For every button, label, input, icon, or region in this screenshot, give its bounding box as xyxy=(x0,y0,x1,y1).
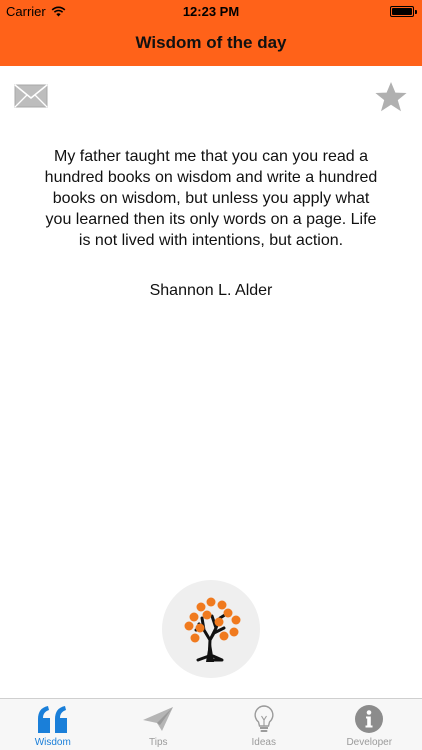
tab-bar: Wisdom Tips Ideas Developer xyxy=(0,698,422,750)
tree-icon xyxy=(184,597,241,662)
share-mail-button[interactable] xyxy=(14,84,48,108)
info-icon xyxy=(355,705,384,733)
tab-label: Ideas xyxy=(251,737,276,748)
paper-plane-icon xyxy=(143,707,174,731)
tab-ideas[interactable]: Ideas xyxy=(211,699,317,750)
status-time: 12:23 PM xyxy=(182,4,240,19)
tab-wisdom[interactable]: Wisdom xyxy=(0,699,106,750)
tab-label: Wisdom xyxy=(34,737,71,748)
tab-label: Developer xyxy=(346,737,393,748)
quote-text: My father taught me that you can you rea… xyxy=(44,148,378,249)
favorite-button[interactable] xyxy=(374,80,408,114)
quote-icon xyxy=(37,706,67,733)
tab-developer[interactable]: Developer xyxy=(317,699,422,750)
star-icon xyxy=(375,82,407,112)
battery-icon xyxy=(390,6,417,17)
tab-tips[interactable]: Tips xyxy=(106,699,212,750)
lightbulb-icon xyxy=(254,705,274,732)
next-wisdom-button[interactable] xyxy=(162,580,260,678)
page-title: Wisdom of the day xyxy=(135,33,287,52)
tab-label: Tips xyxy=(148,737,168,748)
status-bar: Carrier 12:23 PM xyxy=(0,0,422,22)
navigation-header: Carrier 12:23 PM Wisdom of the day xyxy=(0,0,422,66)
quote-author: Shannon L. Alder xyxy=(149,282,273,299)
envelope-icon xyxy=(14,84,48,108)
